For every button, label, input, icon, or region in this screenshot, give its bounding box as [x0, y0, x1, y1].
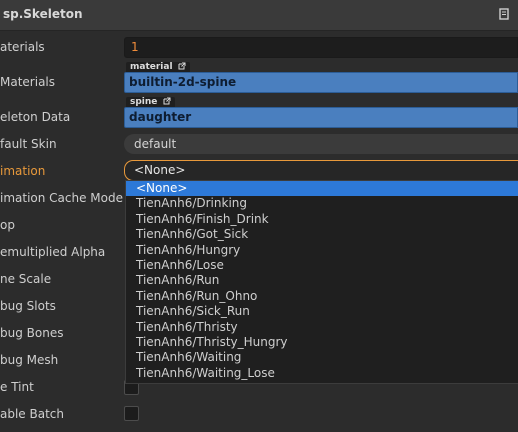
- material-tag-label: material: [130, 62, 173, 72]
- default-skin-label: fault Skin: [0, 137, 57, 151]
- dropdown-option-label: TienAnh6/Waiting_Lose: [136, 366, 275, 380]
- default-skin-value: default: [134, 137, 177, 151]
- default-skin-select[interactable]: default: [124, 134, 518, 154]
- material-asset-value: builtin-2d-spine: [129, 75, 237, 89]
- animation-select-value: <None>: [134, 163, 186, 177]
- debug-mesh-label: bug Mesh: [0, 353, 59, 367]
- use-tint-label: e Tint: [0, 380, 34, 394]
- dropdown-option-label: <None>: [136, 181, 188, 195]
- dropdown-option-label: TienAnh6/Waiting: [136, 350, 242, 364]
- skeleton-asset-value: daughter: [129, 110, 192, 124]
- material-asset-box[interactable]: builtin-2d-spine: [124, 72, 518, 93]
- dropdown-option[interactable]: TienAnh6/Run_Ohno: [126, 289, 518, 304]
- custom-materials-label: Materials: [0, 75, 56, 89]
- loop-label: op: [0, 218, 15, 232]
- animation-label: imation: [0, 164, 46, 178]
- dropdown-option-label: TienAnh6/Lose: [136, 258, 224, 272]
- dropdown-option-label: TienAnh6/Got_Sick: [136, 227, 249, 241]
- dropdown-option[interactable]: <None>: [126, 181, 518, 196]
- dropdown-option[interactable]: TienAnh6/Finish_Drink: [126, 212, 518, 227]
- dropdown-option-label: TienAnh6/Finish_Drink: [136, 212, 269, 226]
- dropdown-option[interactable]: TienAnh6/Drinking: [126, 196, 518, 211]
- dropdown-option[interactable]: TienAnh6/Hungry: [126, 243, 518, 258]
- component-title: sp.Skeleton: [3, 7, 83, 21]
- component-header: sp.Skeleton: [0, 0, 518, 31]
- enable-batch-label: able Batch: [0, 407, 64, 421]
- dropdown-option[interactable]: TienAnh6/Got_Sick: [126, 227, 518, 242]
- book-icon[interactable]: [499, 8, 510, 20]
- dropdown-option-label: TienAnh6/Thristy: [136, 320, 238, 334]
- dropdown-option[interactable]: TienAnh6/Run: [126, 273, 518, 288]
- enable-batch-checkbox[interactable]: [124, 406, 139, 421]
- skeleton-data-label: eleton Data: [0, 110, 71, 124]
- dropdown-option[interactable]: TienAnh6/Lose: [126, 258, 518, 273]
- dropdown-option-label: TienAnh6/Drinking: [136, 196, 247, 210]
- dropdown-option[interactable]: TienAnh6/Thristy: [126, 320, 518, 335]
- dropdown-option[interactable]: TienAnh6/Waiting_Lose: [126, 366, 518, 381]
- dropdown-option-label: TienAnh6/Hungry: [136, 243, 241, 257]
- dropdown-option[interactable]: TienAnh6/Sick_Run: [126, 304, 518, 319]
- dropdown-option-label: TienAnh6/Sick_Run: [136, 304, 250, 318]
- dropdown-option-label: TienAnh6/Run_Ohno: [136, 289, 258, 303]
- dropdown-option-label: TienAnh6/Thristy_Hungry: [136, 335, 288, 349]
- materials-count-field[interactable]: 1: [124, 37, 518, 58]
- debug-slots-label: bug Slots: [0, 299, 56, 313]
- premultiplied-alpha-label: emultiplied Alpha: [0, 245, 106, 259]
- external-link-icon[interactable]: [178, 62, 186, 70]
- dropdown-option-label: TienAnh6/Run: [136, 273, 220, 287]
- dropdown-option[interactable]: TienAnh6/Thristy_Hungry: [126, 335, 518, 350]
- materials-label: aterials: [0, 40, 45, 54]
- animation-cache-mode-label: imation Cache Mode: [0, 191, 124, 205]
- debug-bones-label: bug Bones: [0, 326, 64, 340]
- dropdown-option[interactable]: TienAnh6/Waiting: [126, 350, 518, 365]
- skeleton-asset-box[interactable]: daughter: [124, 107, 518, 128]
- external-link-icon[interactable]: [163, 97, 171, 105]
- animation-select[interactable]: <None>: [124, 160, 518, 181]
- time-scale-label: ne Scale: [0, 272, 52, 286]
- spine-tag-label: spine: [130, 97, 158, 107]
- materials-count-value: 1: [131, 40, 139, 54]
- animation-dropdown-list: <None> TienAnh6/Drinking TienAnh6/Finish…: [125, 180, 518, 384]
